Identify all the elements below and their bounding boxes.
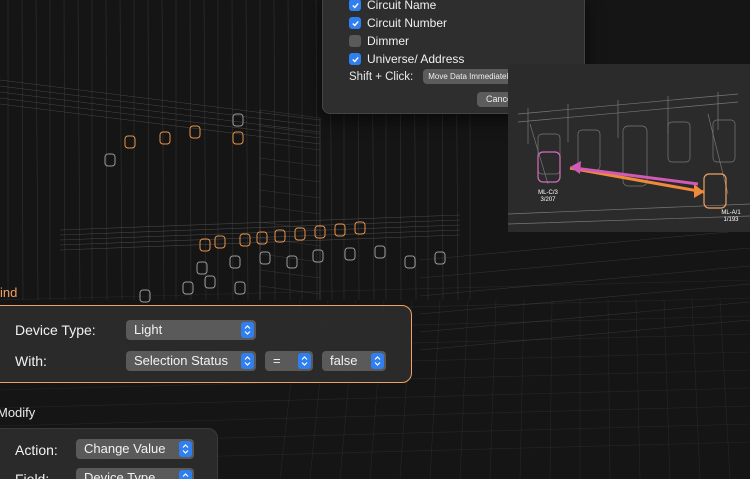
chevron-updown-icon [179,470,192,479]
chevron-updown-icon [179,441,192,457]
checkbox-label: Circuit Number [367,16,448,30]
with-field-select[interactable]: Selection Status [126,351,256,371]
chevron-updown-icon [371,353,384,369]
device-type-label: Device Type: [15,322,96,338]
modify-section-label: Modify [0,405,36,420]
inset-render [508,64,750,232]
with-operator-select[interactable]: = [265,351,313,371]
checkbox-dimmer[interactable]: Dimmer [349,33,409,49]
fixture-label-left: ML-C/3 3/207 [538,190,558,203]
field-value: Device Type [84,470,156,479]
modify-panel: Action: Change Value Field: Device Type [0,428,218,479]
field-select[interactable]: Device Type [76,468,194,479]
with-label: With: [15,353,47,369]
action-value: Change Value [84,441,166,456]
fixture-inset-image: ML-C/3 3/207 ML-A/1 1/193 [508,64,750,232]
action-select[interactable]: Change Value [76,439,194,459]
find-panel: Device Type: Light With: Selection Statu… [0,305,412,383]
checkbox-checked-icon[interactable] [349,0,361,11]
device-type-value: Light [134,322,163,337]
device-type-select[interactable]: Light [126,320,256,340]
checkbox-circuit-name[interactable]: Circuit Name [349,0,436,13]
with-field-value: Selection Status [134,353,228,368]
checkbox-unchecked-icon[interactable] [349,35,361,47]
with-operator-value: = [273,353,281,368]
checkbox-circuit-number[interactable]: Circuit Number [349,15,447,31]
with-value-select[interactable]: false [322,351,386,371]
chevron-updown-icon [241,353,254,369]
checkbox-label: Dimmer [367,34,409,48]
chevron-updown-icon [298,353,311,369]
with-value-value: false [330,353,358,368]
field-label: Field: [15,471,50,479]
fixture-label-right: ML-A/1 1/193 [721,210,741,223]
chevron-updown-icon [241,322,254,338]
action-label: Action: [15,442,58,458]
checkbox-checked-icon[interactable] [349,53,361,65]
shift-click-value: Move Data Immediately [428,72,513,81]
checkbox-universe-address[interactable]: Universe/ Address [349,51,464,67]
checkbox-checked-icon[interactable] [349,17,361,29]
find-section-label: ind [0,285,18,300]
checkbox-label: Circuit Name [367,0,437,12]
shift-click-label: Shift + Click: [349,70,414,83]
checkbox-label: Universe/ Address [367,52,465,66]
